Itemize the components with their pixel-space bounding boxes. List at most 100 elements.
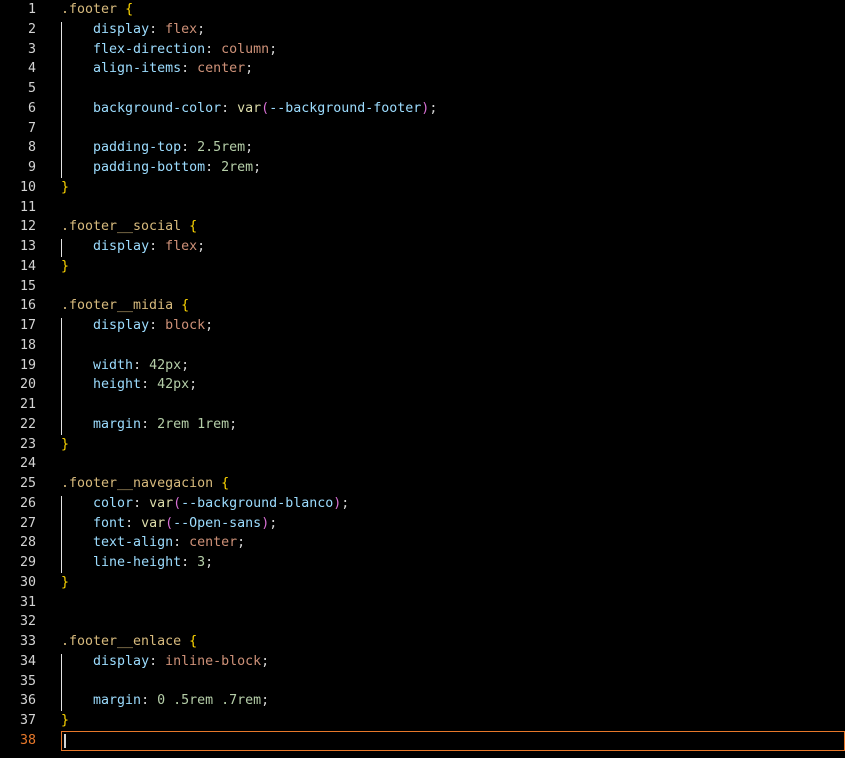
line-number: 37 [19, 713, 36, 728]
code-line[interactable]: 22 margin: 2rem 1rem; [0, 415, 845, 435]
code-line-content[interactable]: display: flex; [61, 20, 845, 40]
line-number: 13 [19, 239, 36, 254]
line-number: 35 [19, 673, 36, 689]
code-line-content[interactable]: height: 42px; [61, 375, 845, 395]
code-line-content[interactable]: padding-top: 2.5rem; [61, 138, 845, 158]
code-line-content[interactable]: color: var(--background-blanco); [61, 494, 845, 514]
code-line[interactable]: 37} [0, 711, 845, 731]
code-line[interactable]: 29 line-height: 3; [0, 553, 845, 573]
code-line-content[interactable]: display: block; [61, 316, 845, 336]
code-token: display [93, 21, 150, 37]
code-line[interactable]: 38 [0, 731, 845, 751]
code-line-content[interactable]: background-color: var(--background-foote… [61, 99, 845, 119]
code-line[interactable]: 15 [0, 277, 845, 297]
code-line-content[interactable]: } [61, 178, 845, 198]
code-line[interactable]: 27 font: var(--Open-sans); [0, 514, 845, 534]
code-line[interactable]: 33 .footer__enlace { [0, 632, 845, 652]
code-line-content[interactable]: text-align: center; [61, 533, 845, 553]
code-token: { [125, 2, 134, 17]
code-line[interactable]: 28 text-align: center; [0, 533, 845, 553]
code-line[interactable]: 10} [0, 178, 845, 198]
code-line-content[interactable]: } [61, 435, 845, 455]
code-line[interactable]: 25 .footer__navegacion { [0, 474, 845, 494]
code-line-content[interactable]: margin: 2rem 1rem; [61, 415, 845, 435]
code-line[interactable]: 2 display: flex; [0, 20, 845, 40]
code-line[interactable]: 34 display: inline-block; [0, 652, 845, 672]
code-line-content[interactable]: display: inline-block; [61, 652, 845, 672]
code-line[interactable]: 3 flex-direction: column; [0, 40, 845, 60]
code-line[interactable]: 4 align-items: center; [0, 59, 845, 79]
line-number: 17 [19, 318, 36, 333]
line-number: 12 [19, 219, 36, 235]
code-line-content[interactable]: .footer__navegacion { [61, 474, 845, 494]
code-line[interactable]: 12 .footer__social { [0, 217, 845, 237]
code-line[interactable]: 36 margin: 0 .5rem .7rem; [0, 691, 845, 711]
code-line-content[interactable]: flex-direction: column; [61, 40, 845, 60]
code-token: ; [269, 515, 278, 531]
code-line[interactable]: 5 [0, 79, 845, 99]
code-line[interactable]: 13 display: flex; [0, 237, 845, 257]
line-number: 7 [27, 120, 36, 136]
code-token: ; [181, 357, 190, 373]
code-line[interactable]: 9 padding-bottom: 2rem; [0, 158, 845, 178]
code-line[interactable]: 19 width: 42px; [0, 356, 845, 376]
code-token: : [181, 555, 198, 570]
code-line-content[interactable]: } [61, 573, 845, 593]
indent-guide [61, 495, 62, 573]
code-token: font [93, 515, 126, 531]
code-line-content[interactable]: } [61, 257, 845, 277]
code-line[interactable]: 11 [0, 198, 845, 218]
code-line-content[interactable]: margin: 0 .5rem .7rem; [61, 691, 845, 711]
code-line[interactable]: 26 color: var(--background-blanco); [0, 494, 845, 514]
code-line-content[interactable]: display: flex; [61, 237, 845, 257]
indent-guide [61, 318, 62, 435]
code-line-content[interactable]: } [61, 711, 845, 731]
code-token: 3 [197, 555, 206, 570]
code-line-content[interactable]: .footer__enlace { [61, 632, 845, 652]
code-line[interactable]: 7 [0, 119, 845, 139]
code-line[interactable]: 31 [0, 593, 845, 613]
code-line[interactable]: 21 [0, 395, 845, 415]
code-line-content[interactable]: .footer__social { [61, 217, 845, 237]
code-token: background-color [93, 100, 222, 116]
code-line-content[interactable]: align-items: center; [61, 59, 845, 79]
code-line[interactable]: 1 .footer { [0, 0, 845, 20]
code-lines-container[interactable]: 1 .footer {2 display: flex; 3 flex-directi… [0, 0, 845, 758]
code-token: margin [93, 693, 142, 709]
code-line-content[interactable]: width: 42px; [61, 356, 845, 376]
code-editor[interactable]: 1 .footer {2 display: flex; 3 flex-directi… [0, 0, 845, 758]
code-token: ; [261, 653, 270, 669]
code-token: 2rem 1rem [157, 416, 230, 432]
line-number: 33 [19, 634, 36, 649]
code-line[interactable]: 8 padding-top: 2.5rem; [0, 138, 845, 158]
code-line-content[interactable]: .footer__midia { [61, 296, 845, 316]
code-line[interactable]: 20 height: 42px; [0, 375, 845, 395]
line-number: 36 [19, 693, 36, 709]
code-token: ; [205, 318, 214, 333]
code-line[interactable]: 35 [0, 672, 845, 692]
code-token: ; [341, 495, 350, 511]
code-line-content[interactable]: padding-bottom: 2rem; [61, 158, 845, 178]
code-token: : [221, 100, 238, 116]
code-line[interactable]: 24 [0, 454, 845, 474]
code-token: : [149, 239, 166, 254]
line-number: 21 [19, 397, 36, 412]
code-line[interactable]: 6 background-color: var(--background-foo… [0, 99, 845, 119]
code-line[interactable]: 23} [0, 435, 845, 455]
code-token: } [61, 258, 70, 274]
code-token: { [181, 298, 190, 314]
code-line[interactable]: 14} [0, 257, 845, 277]
code-line[interactable]: 16 .footer__midia { [0, 296, 845, 316]
code-line[interactable]: 32 [0, 612, 845, 632]
code-line[interactable]: 30} [0, 573, 845, 593]
code-token: line-height [93, 555, 182, 570]
code-token: : [173, 535, 190, 551]
code-line-content[interactable]: font: var(--Open-sans); [61, 514, 845, 534]
code-line[interactable]: 17 display: block; [0, 316, 845, 336]
code-token: inline-block [165, 653, 262, 669]
code-line-content[interactable]: .footer { [61, 0, 845, 20]
code-line-content[interactable]: line-height: 3; [61, 553, 845, 573]
code-line[interactable]: 18 [0, 336, 845, 356]
